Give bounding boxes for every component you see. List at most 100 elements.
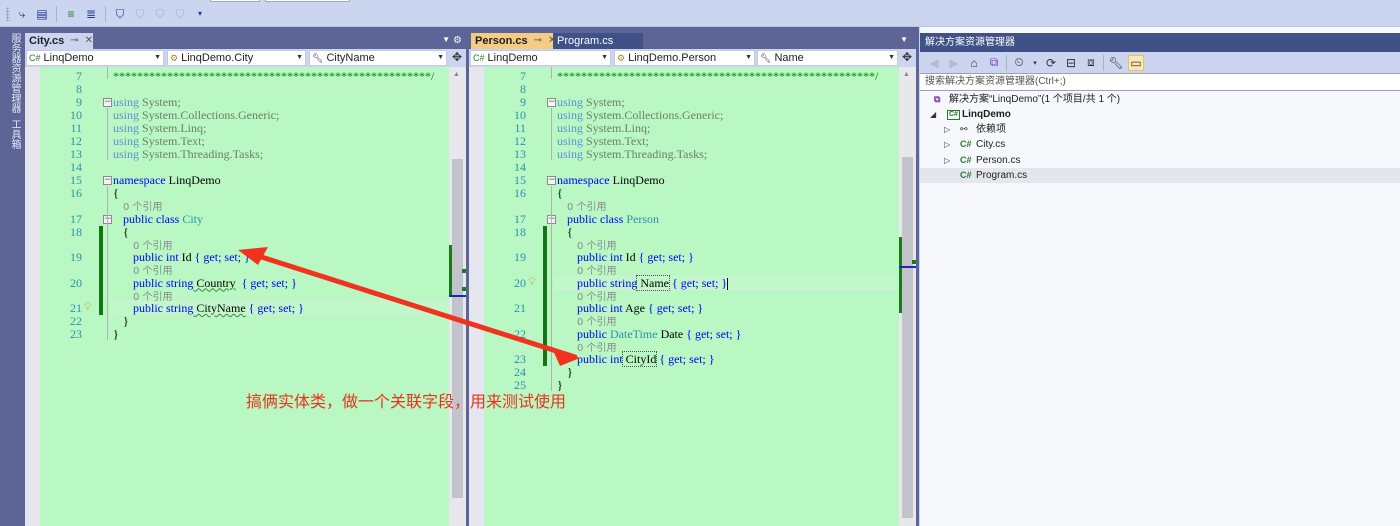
code-line[interactable]: 8: [40, 83, 449, 96]
tab-city-cs[interactable]: City.cs ⊸ ✕: [25, 33, 93, 49]
home-icon[interactable]: ⌂: [966, 55, 982, 71]
switch-views-icon[interactable]: ⧉: [986, 55, 1002, 71]
right-code-area[interactable]: 7 ***************************************…: [484, 67, 899, 526]
code-line[interactable]: 14: [40, 161, 449, 174]
change-tracking-bar: [99, 225, 103, 315]
right-code-editor[interactable]: 7 ***************************************…: [469, 67, 916, 526]
pin-icon[interactable]: ⊸: [70, 33, 78, 49]
project-combo[interactable]: C# LinqDemo ▼: [470, 50, 611, 66]
split-icon[interactable]: ✥: [900, 50, 914, 66]
lightbulb-icon[interactable]: 💡︎: [84, 301, 92, 314]
code-line[interactable]: 24}: [484, 366, 899, 379]
tab-dropdown-icon[interactable]: ▼: [900, 35, 908, 44]
toolbar-combo-stub[interactable]: [210, 0, 260, 2]
uncomment-icon[interactable]: ≣: [83, 6, 99, 22]
code-line[interactable]: 23}: [40, 328, 449, 341]
close-icon[interactable]: ✕: [85, 33, 93, 49]
clear-bookmarks-icon[interactable]: ⛉: [172, 6, 188, 22]
code-line[interactable]: 16 {: [40, 187, 449, 200]
dropdown-icon[interactable]: ▾: [1031, 55, 1039, 71]
collapse-icon[interactable]: −: [547, 98, 556, 107]
preview-selected-icon[interactable]: ▭: [1128, 54, 1144, 71]
step-into-icon[interactable]: ⤷: [14, 6, 30, 22]
format-icon[interactable]: ▤: [34, 6, 50, 22]
toolbar-grip[interactable]: [6, 7, 10, 21]
left-navigation-bar: C# LinqDemo ▼ ⚙ LinqDemo.City ▼ 🔧︎ CityN…: [25, 49, 466, 67]
brace: {: [113, 186, 119, 200]
tree-item-program-cs[interactable]: C# Program.cs: [920, 168, 1400, 183]
project-combo[interactable]: C# LinqDemo ▼: [26, 50, 164, 66]
expanded-icon[interactable]: ◢: [930, 107, 936, 122]
type-combo[interactable]: ⚙ LinqDemo.Person ▼: [614, 50, 755, 66]
collapse-icon[interactable]: −: [547, 176, 556, 185]
collapse-all-icon[interactable]: ⊟: [1063, 55, 1079, 71]
code-line[interactable]: 17 public class City: [40, 212, 449, 226]
change-marker: [899, 237, 902, 313]
collapsed-icon[interactable]: ▷: [944, 122, 950, 137]
member-combo[interactable]: 🔧︎ Name ▼: [757, 50, 898, 66]
code-line[interactable]: 8: [484, 83, 899, 96]
tree-item-project[interactable]: ◢ C# LinqDemo: [920, 107, 1400, 122]
scroll-thumb[interactable]: [902, 157, 913, 518]
properties-icon[interactable]: 🔧︎: [1108, 55, 1124, 71]
code-line[interactable]: 22}: [40, 315, 449, 328]
scroll-thumb[interactable]: [452, 159, 463, 498]
tab-person-cs[interactable]: Person.cs ⊸ ✕: [471, 33, 556, 49]
split-icon[interactable]: ✥: [450, 50, 464, 66]
gear-icon[interactable]: ⚙: [453, 35, 462, 46]
code-line[interactable]: 13 using System.Threading.Tasks;: [40, 148, 449, 161]
code-line[interactable]: 15 namespace LinqDemo: [40, 174, 449, 187]
tree-item-person-cs[interactable]: ▷ C# Person.cs: [920, 153, 1400, 168]
left-code-editor[interactable]: 7 ***************************************…: [25, 67, 466, 526]
code-line[interactable]: 13 using System.Threading.Tasks;: [484, 148, 899, 161]
code-line[interactable]: 7 ***************************************…: [484, 70, 899, 83]
back-icon[interactable]: ◀: [926, 55, 942, 71]
tree-item-dependencies[interactable]: ▷ ⚯ 依赖项: [920, 122, 1400, 137]
solution-explorer-search-input[interactable]: 搜索解决方案资源管理器(Ctrl+;): [920, 73, 1400, 91]
overflow-icon[interactable]: ▾: [192, 6, 208, 22]
bookmark-icon[interactable]: ⛉: [112, 6, 128, 22]
collapse-icon[interactable]: −: [103, 98, 112, 107]
comment-icon[interactable]: ≡: [63, 6, 79, 22]
collapsed-icon[interactable]: ▷: [944, 153, 950, 168]
next-bookmark-icon[interactable]: ⛉: [152, 6, 168, 22]
scroll-up-icon[interactable]: ▲: [453, 71, 460, 78]
line-number: 17: [514, 211, 526, 226]
forward-icon[interactable]: ▶: [946, 55, 962, 71]
left-vertical-scrollbar[interactable]: ▲: [449, 67, 466, 526]
member-combo[interactable]: 🔧︎ CityName ▼: [309, 50, 447, 66]
scroll-up-icon[interactable]: ▲: [903, 71, 910, 78]
toolbar-combo-stub[interactable]: [265, 0, 350, 2]
left-code-area[interactable]: 7 ***************************************…: [40, 67, 449, 526]
vtab-toolbox[interactable]: 工具箱: [4, 119, 20, 149]
code-line[interactable]: 10 using System.Collections.Generic;: [40, 109, 449, 122]
code-line[interactable]: 11 using System.Linq;: [484, 122, 899, 135]
code-line[interactable]: 14: [484, 161, 899, 174]
collapse-icon[interactable]: −: [103, 176, 112, 185]
chevron-down-icon: ▼: [296, 54, 303, 61]
pin-icon[interactable]: ⊸: [534, 33, 542, 49]
vtab-server-explorer[interactable]: 服务器资源管理器: [4, 33, 20, 113]
accessors: { get; set; }: [668, 275, 728, 290]
type-combo[interactable]: ⚙ LinqDemo.City ▼: [167, 50, 306, 66]
lightbulb-icon[interactable]: 💡︎: [528, 276, 536, 289]
tree-item-solution[interactable]: ⧉ 解决方案“LinqDemo”(1 个项目/共 1 个): [920, 92, 1400, 107]
refresh-icon[interactable]: ⟳: [1043, 55, 1059, 71]
prev-bookmark-icon[interactable]: ⛉: [132, 6, 148, 22]
text-caret: [727, 277, 729, 290]
tab-program-cs[interactable]: Program.cs: [553, 33, 643, 49]
tab-dropdown-icon[interactable]: ▼: [442, 35, 450, 44]
code-line[interactable]: 11 using System.Linq;: [40, 122, 449, 135]
pending-changes-icon[interactable]: ⏲: [1011, 55, 1027, 71]
tree-item-city-cs[interactable]: ▷ C# City.cs: [920, 137, 1400, 152]
right-vertical-scrollbar[interactable]: ▲: [899, 67, 916, 526]
toolbar-separator: [1006, 54, 1007, 71]
show-all-files-icon[interactable]: ⧈: [1083, 55, 1099, 71]
pane-splitter[interactable]: [916, 27, 919, 526]
collapsed-icon[interactable]: ▷: [944, 137, 950, 152]
code-line[interactable]: 7 ***************************************…: [40, 70, 449, 83]
line-number: 19: [514, 250, 526, 264]
code-line[interactable]: 16 {: [484, 187, 899, 200]
line-text: using System.Threading.Tasks;: [557, 148, 707, 161]
code-line[interactable]: 10 using System.Collections.Generic;: [484, 109, 899, 122]
